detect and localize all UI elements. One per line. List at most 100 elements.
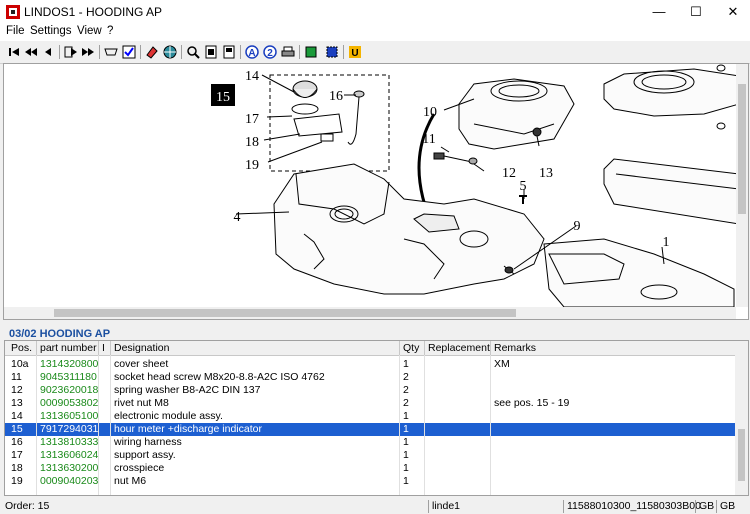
callout-label-selected[interactable]: 15 bbox=[216, 90, 230, 105]
callout-label[interactable]: 16 bbox=[329, 89, 343, 104]
info-a-icon[interactable]: A bbox=[244, 44, 260, 60]
col-replacement[interactable]: Replacement bbox=[428, 342, 490, 354]
next-icon[interactable] bbox=[63, 44, 79, 60]
parts-table: Pos. part number I Designation Qty Repla… bbox=[4, 340, 749, 496]
globe-icon[interactable] bbox=[162, 44, 178, 60]
col-part-number[interactable]: part number bbox=[40, 342, 97, 354]
table-row[interactable]: 13 0009053802 rivet nut M8 2 see pos. 15… bbox=[5, 397, 735, 410]
cell-qty: 1 bbox=[403, 358, 409, 370]
cell-pos: 11 bbox=[11, 371, 22, 383]
col-divider bbox=[36, 341, 37, 355]
col-designation[interactable]: Designation bbox=[114, 342, 169, 354]
svg-text:A: A bbox=[248, 48, 255, 59]
first-icon[interactable] bbox=[6, 44, 22, 60]
col-i[interactable]: I bbox=[102, 342, 105, 354]
exploded-view-drawing[interactable]: 14 15 16 17 18 19 10 11 12 13 4 5 9 1 bbox=[4, 64, 736, 307]
drawing-vscroll-thumb[interactable] bbox=[738, 84, 746, 214]
prev-icon[interactable] bbox=[40, 44, 56, 60]
toolbar-separator bbox=[240, 45, 241, 59]
cell-pos: 18 bbox=[11, 462, 23, 474]
fit-width-icon[interactable] bbox=[221, 44, 237, 60]
u-icon[interactable]: U bbox=[347, 44, 363, 60]
callout-label[interactable]: 14 bbox=[245, 69, 259, 84]
menu-view[interactable]: View bbox=[77, 25, 102, 37]
svg-text:U: U bbox=[351, 48, 358, 59]
list-icon[interactable] bbox=[121, 44, 137, 60]
callout-label[interactable]: 4 bbox=[234, 210, 241, 225]
cell-qty: 1 bbox=[403, 462, 409, 474]
cell-part-number: 0009040203 bbox=[40, 475, 99, 487]
callout-label[interactable]: 13 bbox=[539, 166, 553, 181]
table-row-selected[interactable]: 15 7917294031 hour meter +discharge indi… bbox=[5, 423, 735, 436]
eraser-icon[interactable] bbox=[144, 44, 160, 60]
drawing-hscrollbar[interactable] bbox=[4, 307, 736, 319]
cell-remarks: see pos. 15 - 19 bbox=[494, 397, 570, 409]
section-title: 03/02 HOODING AP bbox=[9, 328, 111, 340]
col-remarks[interactable]: Remarks bbox=[494, 342, 536, 354]
cell-designation: wiring harness bbox=[114, 436, 182, 448]
info-2-icon[interactable]: 2 bbox=[262, 44, 278, 60]
callout-label[interactable]: 18 bbox=[245, 135, 259, 150]
cell-designation: nut M6 bbox=[114, 475, 147, 487]
table-row[interactable]: 11 9045311180 socket head screw M8x20-8.… bbox=[5, 371, 735, 384]
forward-icon[interactable] bbox=[80, 44, 96, 60]
cell-designation: spring washer B8-A2C DIN 137 bbox=[114, 384, 261, 396]
cell-part-number: 7917294031 bbox=[40, 423, 99, 435]
col-divider bbox=[490, 341, 491, 355]
cell-designation: electronic module assy. bbox=[114, 410, 223, 422]
col-pos[interactable]: Pos. bbox=[11, 342, 32, 354]
col-qty[interactable]: Qty bbox=[403, 342, 419, 354]
table-row[interactable]: 12 9023620018 spring washer B8-A2C DIN 1… bbox=[5, 384, 735, 397]
fit-page-icon[interactable] bbox=[203, 44, 219, 60]
cell-pos: 15 bbox=[11, 423, 23, 435]
menu-settings[interactable]: Settings bbox=[30, 25, 72, 37]
prev-page-icon[interactable] bbox=[23, 44, 39, 60]
cell-qty: 1 bbox=[403, 423, 409, 435]
grid-line bbox=[98, 355, 99, 495]
drawing-hscroll-thumb[interactable] bbox=[54, 309, 516, 317]
menu-file[interactable]: File bbox=[6, 25, 25, 37]
cell-designation: socket head screw M8x20-8.8-A2C ISO 4762 bbox=[114, 371, 325, 383]
status-bar: Order: 15 linde1 11588010300_11580303B00… bbox=[0, 498, 750, 514]
callout-label[interactable]: 9 bbox=[574, 219, 581, 234]
callout-label[interactable]: 5 bbox=[520, 179, 527, 194]
callout-label[interactable]: 19 bbox=[245, 158, 259, 173]
cell-remarks: XM bbox=[494, 358, 510, 370]
cell-qty: 1 bbox=[403, 449, 409, 461]
cell-part-number: 1313810333 bbox=[40, 436, 99, 448]
table-row[interactable]: 17 1313606024 support assy. 1 bbox=[5, 449, 735, 462]
callout-label[interactable]: 11 bbox=[422, 132, 435, 147]
order-icon[interactable] bbox=[103, 44, 119, 60]
parts-drawing-panel[interactable]: 14 15 16 17 18 19 10 11 12 13 4 5 9 1 bbox=[3, 63, 749, 320]
cell-designation: support assy. bbox=[114, 449, 176, 461]
cell-qty: 1 bbox=[403, 475, 409, 487]
table-row[interactable]: 10a 1314320800 cover sheet 1 XM bbox=[5, 358, 735, 371]
grid-line bbox=[490, 355, 491, 495]
table-row[interactable]: 16 1313810333 wiring harness 1 bbox=[5, 436, 735, 449]
book-icon[interactable] bbox=[303, 44, 319, 60]
callout-label[interactable]: 10 bbox=[423, 105, 437, 120]
drawing-vscrollbar[interactable] bbox=[736, 64, 748, 307]
table-row[interactable]: 18 1313630200 crosspiece 1 bbox=[5, 462, 735, 475]
table-vscroll-thumb[interactable] bbox=[738, 429, 745, 481]
menu-help[interactable]: ? bbox=[107, 25, 113, 37]
toolbar-separator bbox=[343, 45, 344, 59]
cell-qty: 1 bbox=[403, 410, 409, 422]
callout-label[interactable]: 1 bbox=[663, 235, 670, 250]
table-row[interactable]: 19 0009040203 nut M6 1 bbox=[5, 475, 735, 488]
callout-label[interactable]: 17 bbox=[245, 112, 259, 127]
table-row[interactable]: 14 1313605100 electronic module assy. 1 bbox=[5, 410, 735, 423]
cell-part-number: 0009053802 bbox=[40, 397, 99, 409]
zoom-icon[interactable] bbox=[185, 44, 201, 60]
callout-label[interactable]: 12 bbox=[502, 166, 516, 181]
table-vscrollbar[interactable] bbox=[735, 341, 748, 495]
cell-pos: 17 bbox=[11, 449, 23, 461]
col-divider bbox=[424, 341, 425, 355]
close-button[interactable]: ✕ bbox=[710, 0, 750, 24]
cell-part-number: 1313630200 bbox=[40, 462, 99, 474]
status-lang-2: GB bbox=[716, 500, 735, 513]
print-icon[interactable] bbox=[280, 44, 296, 60]
select-icon[interactable] bbox=[324, 44, 340, 60]
status-ids: 11588010300_11580303B00 bbox=[563, 500, 701, 513]
cell-qty: 2 bbox=[403, 384, 409, 396]
